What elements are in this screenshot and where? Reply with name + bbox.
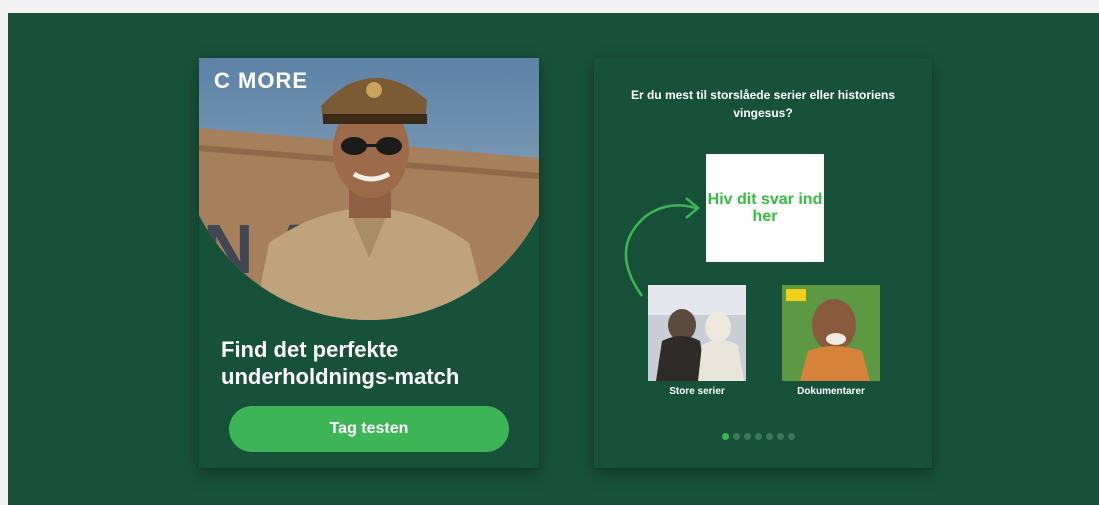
option-dokumentarer[interactable] xyxy=(782,285,880,381)
option-label: Store serier xyxy=(669,386,725,397)
ad-banner: N A I xyxy=(8,13,1099,505)
quiz-card: Er du mest til storslåede serier eller h… xyxy=(594,58,932,468)
quiz-question: Er du mest til storslåede serier eller h… xyxy=(630,88,896,120)
pagination-dot[interactable] xyxy=(788,433,795,440)
pagination-dots xyxy=(722,433,795,440)
option-store-serier[interactable] xyxy=(648,285,746,381)
documentary-thumbnail xyxy=(782,285,880,381)
pagination-dot[interactable] xyxy=(755,433,762,440)
curved-arrow-icon xyxy=(624,197,700,297)
promo-card: N A I xyxy=(199,58,539,468)
pagination-dot[interactable] xyxy=(777,433,784,440)
answer-dropzone[interactable]: Hiv dit svar ind her xyxy=(706,154,824,262)
dropzone-label: Hiv dit svar ind her xyxy=(707,191,823,225)
series-thumbnail xyxy=(648,285,746,381)
pagination-dot[interactable] xyxy=(744,433,751,440)
option-label: Dokumentarer xyxy=(797,386,865,397)
pagination-dot[interactable] xyxy=(722,433,729,440)
pagination-dot[interactable] xyxy=(766,433,773,440)
hero-image: N A I xyxy=(199,58,539,320)
promo-headline: Find det perfekte underholdnings-match xyxy=(221,337,460,389)
pagination-dot[interactable] xyxy=(733,433,740,440)
hero-photo: N A I xyxy=(199,58,539,320)
brand-logo: C MORE xyxy=(214,68,308,93)
take-test-button[interactable]: Tag testen xyxy=(229,406,509,452)
